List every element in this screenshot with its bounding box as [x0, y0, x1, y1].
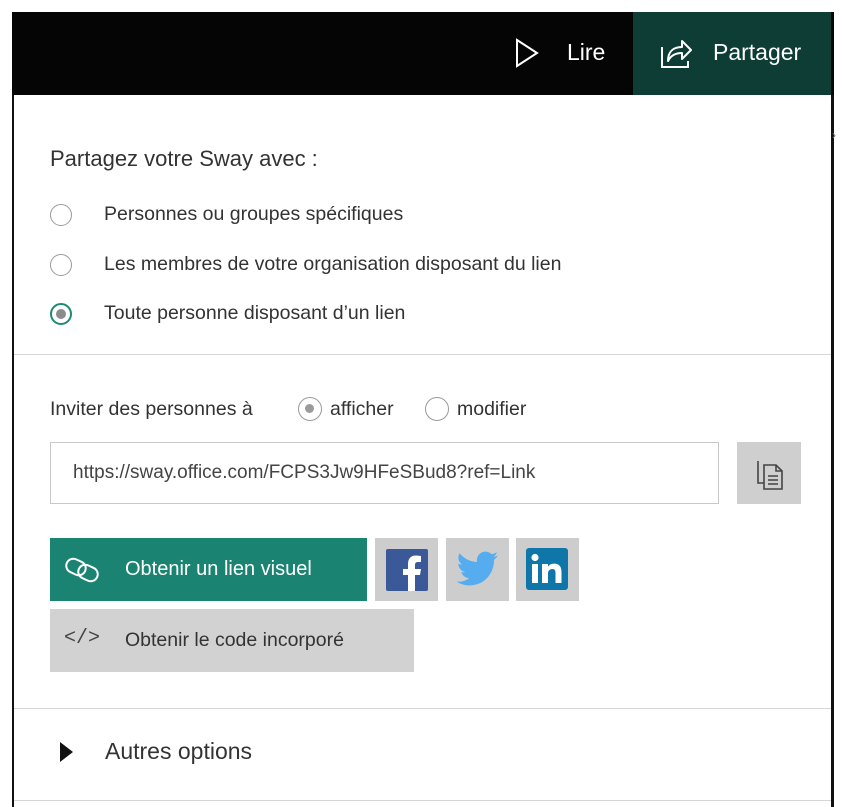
radio-edit[interactable]: [425, 397, 449, 421]
view-label: afficher: [330, 397, 394, 420]
twitter-button[interactable]: [446, 538, 509, 601]
copy-link-button[interactable]: [737, 442, 801, 504]
linkedin-icon: [526, 548, 568, 590]
facebook-button[interactable]: [375, 538, 438, 601]
bottom-divider: [14, 800, 831, 801]
invite-label: Inviter des personnes à: [50, 398, 253, 420]
visual-link-button[interactable]: Obtenir un lien visuel: [50, 538, 367, 601]
read-button[interactable]: Lire: [485, 12, 633, 95]
expand-triangle-icon: [60, 741, 73, 762]
embed-code-button[interactable]: </> Obtenir le code incorporé: [50, 609, 414, 672]
more-options-toggle[interactable]: Autres options: [60, 738, 252, 765]
read-button-label: Lire: [567, 39, 606, 65]
share-button-label: Partager: [713, 39, 802, 65]
section-divider: [14, 354, 831, 355]
visual-link-label: Obtenir un lien visuel: [125, 558, 312, 580]
option-specific-people-label: Personnes ou groupes spécifiques: [104, 203, 404, 225]
edit-label: modifier: [457, 397, 527, 420]
permission-view[interactable]: afficher: [298, 397, 394, 421]
more-options-label: Autres options: [105, 738, 253, 764]
radio-specific-people[interactable]: [50, 203, 72, 226]
radio-anyone-with-link[interactable]: [50, 302, 72, 325]
facebook-icon: [386, 549, 428, 591]
section-divider-bottom: [14, 708, 831, 709]
share-icon: [661, 40, 692, 68]
share-link-field[interactable]: [50, 442, 719, 504]
option-anyone-label: Toute personne disposant d’un lien: [104, 302, 406, 324]
linkedin-button[interactable]: [516, 538, 579, 601]
option-organization[interactable]: Les membres de votre organisation dispos…: [50, 253, 561, 276]
permission-edit[interactable]: modifier: [425, 397, 526, 421]
option-organization-label: Les membres de votre organisation dispos…: [104, 253, 562, 275]
code-icon: </>: [64, 627, 101, 650]
option-specific-people[interactable]: Personnes ou groupes spécifiques: [50, 203, 403, 226]
radio-organization[interactable]: [50, 253, 72, 276]
play-icon: [516, 38, 539, 68]
embed-code-label: Obtenir le code incorporé: [125, 629, 344, 651]
copy-icon: [757, 461, 783, 490]
option-anyone-with-link[interactable]: Toute personne disposant d’un lien: [50, 302, 405, 325]
share-heading: Partagez votre Sway avec :: [50, 146, 318, 171]
radio-view[interactable]: [298, 397, 322, 421]
share-button[interactable]: Partager: [633, 12, 831, 95]
edge-artifact: ›: [832, 128, 836, 142]
twitter-icon: [457, 551, 498, 586]
link-icon: [65, 557, 99, 583]
